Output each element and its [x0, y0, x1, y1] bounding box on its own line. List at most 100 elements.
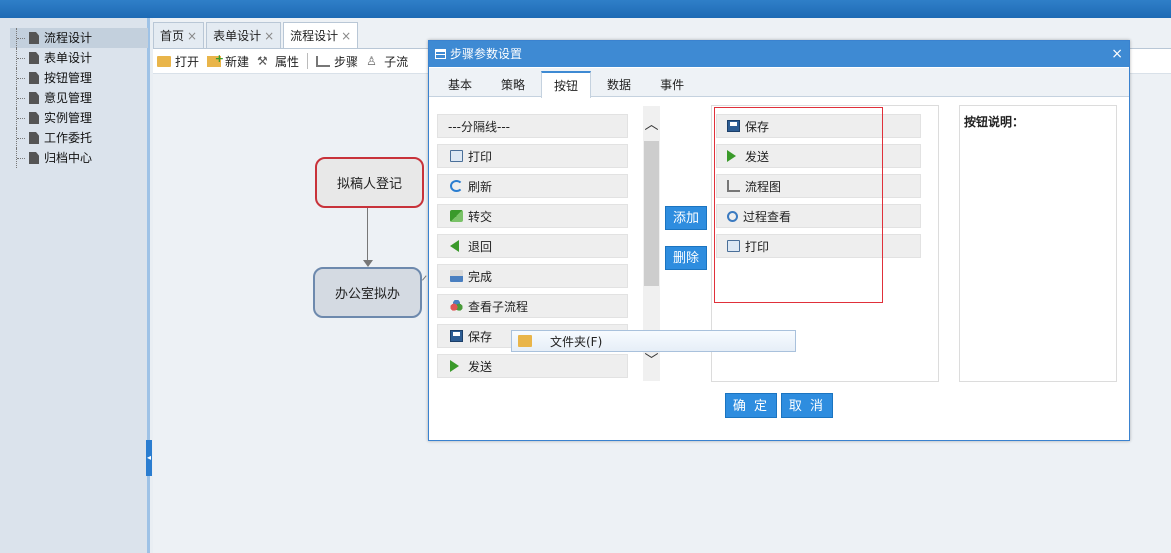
list-item-label: 过程查看	[743, 209, 792, 224]
close-icon[interactable]: ×	[264, 29, 274, 43]
document-icon	[29, 112, 39, 124]
button-description-panel: 按钮说明：	[959, 105, 1117, 382]
flow-node-office[interactable]: 办公室拟办	[313, 267, 422, 318]
subflow-icon: ♙	[366, 53, 377, 68]
list-item-view-subflow[interactable]: 查看子流程	[437, 294, 628, 318]
print-icon	[450, 150, 463, 162]
top-banner	[0, 0, 1171, 18]
list-item-transfer[interactable]: 转交	[437, 204, 628, 228]
document-icon	[29, 72, 39, 84]
close-icon[interactable]: ×	[341, 29, 351, 43]
step-settings-dialog: 步骤参数设置 × 基本 策略 按钮 数据 事件 ---分隔线--- 打印 刷新 …	[428, 40, 1130, 441]
sidebar-item-label: 按钮管理	[44, 71, 93, 85]
sidebar: 流程设计 表单设计 按钮管理 意见管理 实例管理 工作委托 归档中心	[0, 18, 150, 553]
save-icon	[450, 330, 463, 342]
list-item-label: 保存	[745, 119, 770, 134]
scroll-up-icon[interactable]: ︿	[643, 116, 660, 134]
ok-button[interactable]: 确 定	[725, 393, 777, 418]
tooltip-label: 文件夹(F)	[550, 334, 603, 349]
scroll-down-icon[interactable]: ﹀	[643, 352, 660, 370]
scrollbar-thumb[interactable]	[644, 141, 659, 286]
folder-icon	[518, 335, 532, 347]
tab-basic[interactable]: 基本	[435, 71, 485, 97]
add-button[interactable]: 添加	[665, 206, 707, 230]
sidebar-item-form-design[interactable]: 表单设计	[10, 48, 148, 68]
tools-icon: ⚒	[257, 53, 268, 68]
list-item-refresh[interactable]: 刷新	[437, 174, 628, 198]
sidebar-item-instance-management[interactable]: 实例管理	[10, 108, 148, 128]
sidebar-tree: 流程设计 表单设计 按钮管理 意见管理 实例管理 工作委托 归档中心	[10, 28, 148, 168]
step-button[interactable]: 步骤	[316, 53, 358, 70]
refresh-icon	[450, 180, 463, 192]
flow-node-start[interactable]: 拟稿人登记	[315, 157, 424, 208]
tab-label: 流程设计	[290, 29, 339, 43]
document-icon	[29, 32, 39, 44]
back-icon	[450, 240, 459, 252]
list-item-label: 发送	[468, 359, 493, 374]
list-item-label: ---分隔线---	[448, 119, 510, 134]
list-item-label: 退回	[468, 239, 493, 254]
arrow-icon	[363, 260, 373, 267]
open-button[interactable]: 打开	[157, 53, 199, 70]
close-icon[interactable]: ×	[1111, 41, 1123, 67]
tab-home[interactable]: 首页 ×	[153, 22, 205, 48]
page-tabs: 首页 × 表单设计 × 流程设计 ×	[153, 22, 360, 49]
subflow-icon	[450, 300, 463, 312]
document-icon	[29, 152, 39, 164]
sidebar-item-label: 归档中心	[44, 151, 93, 165]
open-label: 打开	[175, 54, 200, 69]
search-icon	[727, 210, 738, 222]
list-item-complete[interactable]: 完成	[437, 264, 628, 288]
transfer-icon	[450, 210, 463, 222]
tab-label: 表单设计	[213, 29, 262, 43]
toolbar-separator	[307, 53, 309, 69]
list-item-label: 打印	[745, 239, 770, 254]
properties-label: 属性	[275, 54, 300, 69]
complete-icon	[450, 270, 463, 282]
list-item-label: 查看子流程	[468, 299, 529, 314]
list-item-print[interactable]: 打印	[437, 144, 628, 168]
new-label: 新建	[225, 54, 250, 69]
tab-label: 首页	[160, 29, 185, 43]
tab-form-design[interactable]: 表单设计 ×	[206, 22, 282, 48]
save-icon	[727, 120, 740, 132]
tab-buttons[interactable]: 按钮	[541, 71, 592, 98]
list-item-process-view[interactable]: 过程查看	[716, 204, 921, 228]
list-item-label: 流程图	[745, 179, 782, 194]
list-item-send[interactable]: 发送	[716, 144, 921, 168]
list-item-label: 完成	[468, 269, 493, 284]
document-icon	[29, 92, 39, 104]
list-item-label: 刷新	[468, 179, 493, 194]
tab-events[interactable]: 事件	[647, 71, 697, 97]
tab-strategy[interactable]: 策略	[488, 71, 538, 97]
list-item-label: 打印	[468, 149, 493, 164]
tab-data[interactable]: 数据	[594, 71, 644, 97]
subflow-button[interactable]: ♙ 子流	[366, 53, 408, 70]
list-item-flowchart[interactable]: 流程图	[716, 174, 921, 198]
sidebar-item-label: 实例管理	[44, 111, 93, 125]
sidebar-item-label: 意见管理	[44, 91, 93, 105]
delete-button[interactable]: 删除	[665, 246, 707, 270]
close-icon[interactable]: ×	[187, 29, 197, 43]
flow-connector	[367, 208, 368, 260]
sidebar-item-flow-design[interactable]: 流程设计	[10, 28, 148, 48]
dialog-title-bar[interactable]: 步骤参数设置 ×	[429, 41, 1129, 67]
sidebar-item-archive-center[interactable]: 归档中心	[10, 148, 148, 168]
sidebar-item-work-delegation[interactable]: 工作委托	[10, 128, 148, 148]
cancel-button[interactable]: 取 消	[781, 393, 833, 418]
list-item-label: 发送	[745, 149, 770, 164]
new-button[interactable]: 新建	[207, 52, 250, 70]
list-item-print[interactable]: 打印	[716, 234, 921, 258]
properties-button[interactable]: ⚒ 属性	[257, 53, 299, 70]
list-item-save[interactable]: 保存	[716, 114, 921, 138]
list-item-separator[interactable]: ---分隔线---	[437, 114, 628, 138]
list-item-send[interactable]: 发送	[437, 354, 628, 378]
sidebar-item-button-management[interactable]: 按钮管理	[10, 68, 148, 88]
sidebar-collapse-handle[interactable]: ◂	[146, 440, 152, 476]
tab-flow-design[interactable]: 流程设计 ×	[283, 22, 359, 49]
list-item-return[interactable]: 退回	[437, 234, 628, 258]
dialog-title: 步骤参数设置	[450, 47, 523, 61]
sidebar-item-opinion-management[interactable]: 意见管理	[10, 88, 148, 108]
step-icon	[316, 55, 331, 67]
sidebar-item-label: 流程设计	[44, 31, 93, 45]
